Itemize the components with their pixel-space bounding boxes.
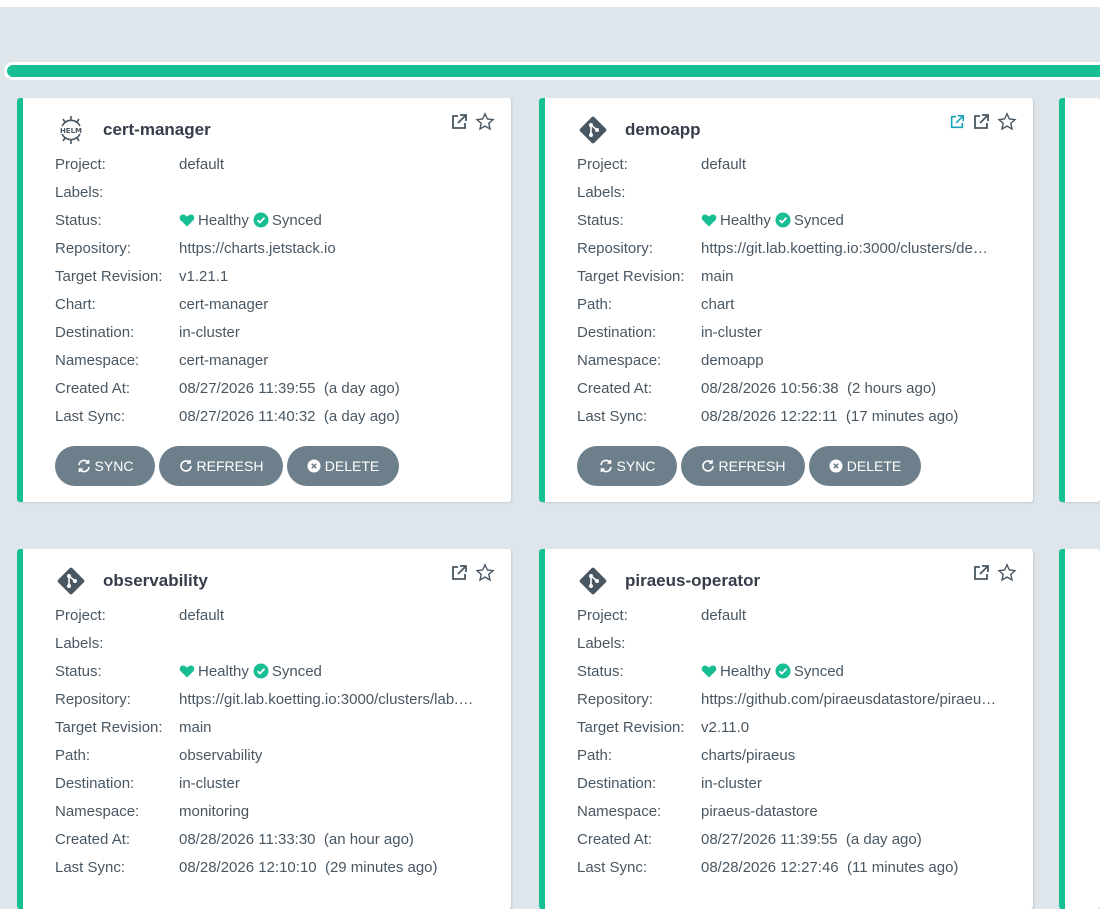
row-path: Path: observability bbox=[55, 746, 263, 764]
sync-icon bbox=[599, 459, 613, 473]
health-status: Healthy bbox=[198, 211, 249, 229]
row-created-at: Created At: 08/27/2026 11:39:55 (a day ag… bbox=[577, 830, 922, 848]
app-name[interactable]: observability bbox=[103, 571, 208, 591]
row-destination: Destination: in-cluster bbox=[577, 774, 762, 792]
row-labels: Labels: bbox=[577, 634, 626, 652]
check-circle-icon bbox=[253, 663, 269, 679]
row-last-sync: Last Sync: 08/28/2026 12:27:46 (11 minute… bbox=[577, 858, 959, 876]
sync-status: Synced bbox=[793, 211, 844, 229]
sync-progress-bar bbox=[4, 62, 1100, 80]
row-last-sync: Last Sync: 08/27/2026 11:40:32 (a day ago… bbox=[55, 407, 400, 425]
row-target-revision: Target Revision: main bbox=[55, 718, 212, 736]
app-card-observability[interactable]: observability Project: default Labels: St… bbox=[17, 549, 511, 909]
row-last-sync: Last Sync: 08/28/2026 12:22:11 (17 minute… bbox=[577, 407, 959, 425]
heart-icon bbox=[179, 663, 195, 679]
sync-icon bbox=[77, 459, 91, 473]
row-project: Project: default bbox=[577, 155, 747, 173]
row-target-revision: Target Revision: main bbox=[577, 267, 734, 285]
app-card-partial-right-bottom[interactable] bbox=[1059, 549, 1100, 909]
row-project: Project: default bbox=[55, 155, 225, 173]
row-destination: Destination: in-cluster bbox=[55, 774, 240, 792]
row-status: Status: Healthy Synced bbox=[577, 211, 844, 229]
app-card-piraeus-operator[interactable]: piraeus-operator Project: default Labels:… bbox=[539, 549, 1033, 909]
row-project: Project: default bbox=[577, 606, 747, 624]
row-labels: Labels: bbox=[55, 183, 104, 201]
delete-button[interactable]: DELETE bbox=[287, 446, 399, 486]
row-labels: Labels: bbox=[55, 634, 104, 652]
delete-button[interactable]: DELETE bbox=[809, 446, 921, 486]
row-labels: Labels: bbox=[577, 183, 626, 201]
favorite-star-icon[interactable] bbox=[475, 112, 495, 132]
row-project: Project: default bbox=[55, 606, 225, 624]
sync-progress-fill bbox=[7, 65, 1100, 77]
favorite-star-icon[interactable] bbox=[997, 112, 1017, 132]
row-namespace: Namespace: cert-manager bbox=[55, 351, 269, 369]
row-created-at: Created At: 08/27/2026 11:39:55 (a day ag… bbox=[55, 379, 400, 397]
sync-button[interactable]: SYNC bbox=[55, 446, 155, 486]
svg-text:HELM: HELM bbox=[60, 127, 82, 135]
favorite-star-icon[interactable] bbox=[475, 563, 495, 583]
row-namespace: Namespace: monitoring bbox=[55, 802, 250, 820]
favorite-star-icon[interactable] bbox=[997, 563, 1017, 583]
row-destination: Destination: in-cluster bbox=[55, 323, 240, 341]
health-status: Healthy bbox=[720, 211, 771, 229]
check-circle-icon bbox=[253, 212, 269, 228]
row-status: Status: Healthy Synced bbox=[577, 662, 844, 680]
external-link-icon[interactable] bbox=[971, 563, 991, 583]
sync-status: Synced bbox=[271, 211, 322, 229]
health-status: Healthy bbox=[198, 662, 249, 680]
check-circle-icon bbox=[775, 212, 791, 228]
app-name[interactable]: demoapp bbox=[625, 120, 701, 140]
external-link-icon[interactable] bbox=[449, 112, 469, 132]
heart-icon bbox=[701, 212, 717, 228]
row-last-sync: Last Sync: 08/28/2026 12:10:10 (29 minute… bbox=[55, 858, 438, 876]
app-name[interactable]: piraeus-operator bbox=[625, 571, 760, 591]
row-repository: Repository: https://github.com/piraeusdat… bbox=[577, 690, 997, 708]
row-repository: Repository: https://git.lab.koetting.io:3… bbox=[577, 239, 988, 257]
delete-circle-icon bbox=[829, 459, 843, 473]
git-icon bbox=[577, 565, 609, 597]
refresh-icon bbox=[179, 459, 193, 473]
app-card-cert-manager[interactable]: HELM cert-manager Project: default Labels… bbox=[17, 98, 511, 502]
refresh-button[interactable]: REFRESH bbox=[159, 446, 283, 486]
row-namespace: Namespace: demoapp bbox=[577, 351, 764, 369]
row-destination: Destination: in-cluster bbox=[577, 323, 762, 341]
sync-button[interactable]: SYNC bbox=[577, 446, 677, 486]
row-created-at: Created At: 08/28/2026 11:33:30 (an hour … bbox=[55, 830, 414, 848]
health-status: Healthy bbox=[720, 662, 771, 680]
git-icon bbox=[577, 114, 609, 146]
sync-status: Synced bbox=[793, 662, 844, 680]
app-name[interactable]: cert-manager bbox=[103, 120, 211, 140]
row-status: Status: Healthy Synced bbox=[55, 211, 322, 229]
row-target-revision: Target Revision: v2.11.0 bbox=[577, 718, 750, 736]
row-created-at: Created At: 08/28/2026 10:56:38 (2 hours … bbox=[577, 379, 937, 397]
row-repository: Repository: https://charts.jetstack.io bbox=[55, 239, 336, 257]
row-target-revision: Target Revision: v1.21.1 bbox=[55, 267, 229, 285]
external-link-icon-highlighted[interactable] bbox=[949, 112, 965, 132]
external-link-icon[interactable] bbox=[449, 563, 469, 583]
row-repository: Repository: https://git.lab.koetting.io:3… bbox=[55, 690, 474, 708]
app-card-demoapp[interactable]: demoapp Project: default Labels: Status: … bbox=[539, 98, 1033, 502]
refresh-button[interactable]: REFRESH bbox=[681, 446, 805, 486]
row-chart: Chart: cert-manager bbox=[55, 295, 269, 313]
heart-icon bbox=[179, 212, 195, 228]
row-path: Path: chart bbox=[577, 295, 735, 313]
row-path: Path: charts/piraeus bbox=[577, 746, 796, 764]
check-circle-icon bbox=[775, 663, 791, 679]
row-namespace: Namespace: piraeus-datastore bbox=[577, 802, 818, 820]
git-icon bbox=[55, 565, 87, 597]
row-status: Status: Healthy Synced bbox=[55, 662, 322, 680]
top-header-bar bbox=[0, 0, 1100, 7]
helm-icon: HELM bbox=[55, 114, 87, 146]
sync-status: Synced bbox=[271, 662, 322, 680]
heart-icon bbox=[701, 663, 717, 679]
delete-circle-icon bbox=[307, 459, 321, 473]
app-card-partial-right-top[interactable] bbox=[1059, 98, 1100, 502]
refresh-icon bbox=[701, 459, 715, 473]
external-link-icon[interactable] bbox=[971, 112, 991, 132]
